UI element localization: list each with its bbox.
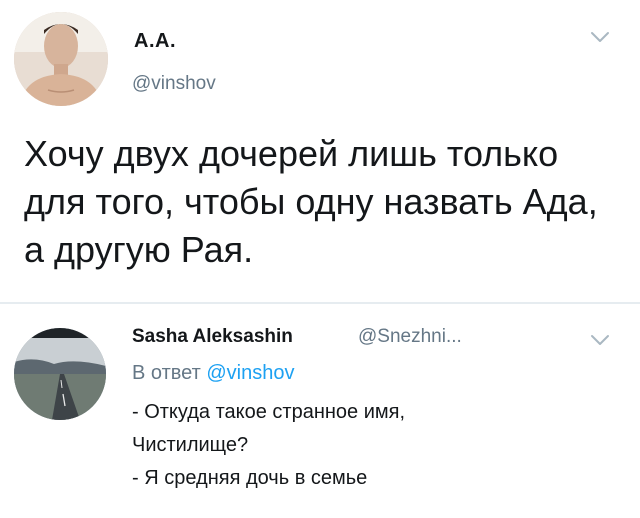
chevron-down-icon[interactable]: [590, 333, 610, 347]
author-avatar[interactable]: [14, 12, 108, 106]
reply-author-handle[interactable]: @Snezhni...: [358, 326, 462, 348]
reply-author-name[interactable]: Sasha Aleksashin: [132, 326, 293, 348]
reply-author-avatar[interactable]: [14, 328, 106, 420]
author-name[interactable]: А.А.: [134, 30, 176, 53]
road-landscape-icon: [14, 328, 106, 420]
reply-text: - Откуда такое странное имя, Чистилище? …: [132, 396, 612, 495]
chevron-down-icon[interactable]: [590, 30, 610, 44]
author-handle[interactable]: @vinshov: [132, 73, 216, 95]
tweet-text: Хочу двух дочерей лишь только для того, …: [24, 133, 598, 270]
reply-context: В ответ @vinshov: [132, 362, 294, 385]
reply-line: - Откуда такое странное имя,: [132, 401, 406, 423]
reply-line: Чистилище?: [132, 434, 249, 456]
reply-prefix: В ответ: [132, 362, 201, 384]
reply-line: - Я средняя дочь в семье: [132, 467, 368, 489]
main-tweet: А.А. @vinshov Хочу двух дочерей лишь тол…: [0, 0, 640, 300]
avatar-photo-icon: [14, 12, 108, 106]
reply-tweet: Sasha Aleksashin @Snezhni... В ответ @vi…: [0, 304, 640, 518]
reply-mention-link[interactable]: @vinshov: [206, 362, 294, 384]
